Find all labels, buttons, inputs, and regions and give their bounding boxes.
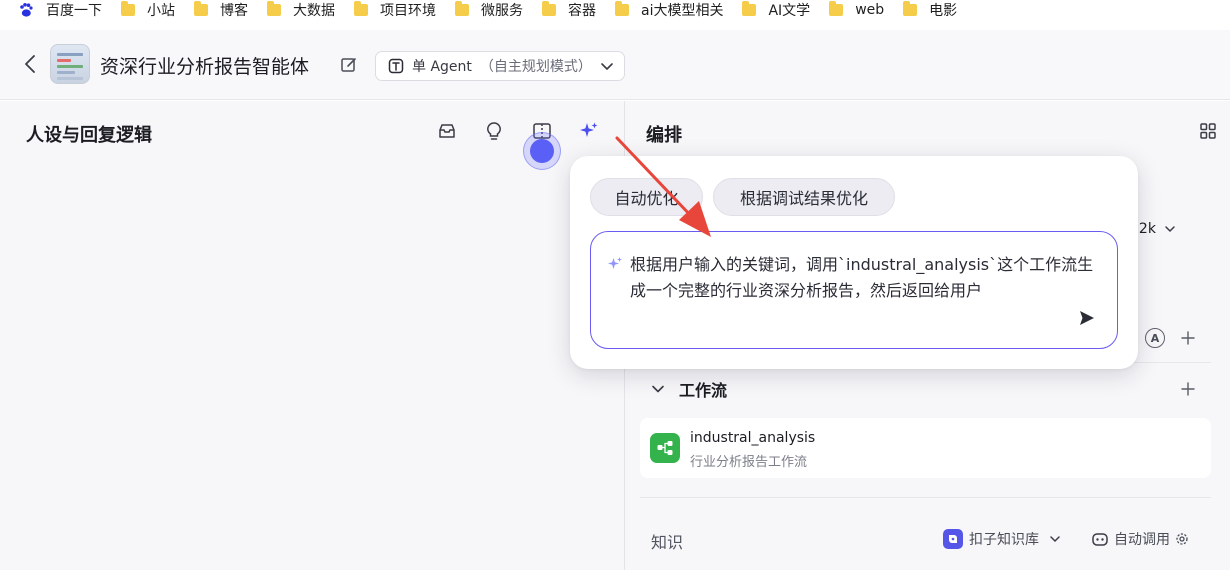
robot-icon [1092, 533, 1108, 546]
bookmark-folder-bigdata[interactable]: 大数据 [267, 0, 354, 20]
bookmark-label: 项目环境 [380, 3, 436, 19]
bookmarks-bar: 百度一下 小站 博客 大数据 项目环境 微服务 容器 ai大模型相关 AI文学 … [0, 0, 1230, 20]
gear-icon[interactable] [1175, 532, 1189, 546]
chevron-down-icon [1165, 226, 1175, 233]
bookmark-folder-ai-literature[interactable]: AI文学 [742, 0, 829, 20]
chevron-down-icon [601, 63, 613, 70]
mouse-cursor-indicator [523, 132, 561, 170]
chevron-down-icon [652, 385, 664, 393]
folder-icon [267, 1, 281, 16]
orchestration-title: 编排 [646, 125, 682, 146]
workflow-section-label: 工作流 [679, 381, 728, 400]
bookmark-label: ai大模型相关 [641, 3, 724, 19]
add-workflow-icon[interactable] [1180, 381, 1196, 397]
workflow-desc: 行业分析报告工作流 [690, 455, 808, 470]
bookmark-folder-microservice[interactable]: 微服务 [455, 0, 542, 20]
folder-icon [615, 1, 629, 16]
bookmark-label: 百度一下 [46, 3, 102, 19]
agent-avatar [50, 44, 90, 84]
optimize-prompt-input[interactable]: 根据用户输入的关键词，调用`industral_analysis`这个工作流生成… [590, 231, 1118, 349]
folder-icon [903, 1, 918, 16]
send-icon[interactable] [1077, 308, 1097, 328]
folder-icon [742, 1, 757, 16]
bookmark-folder-movie[interactable]: 电影 [903, 0, 976, 20]
workflow-item[interactable]: industral_analysis 行业分析报告工作流 [640, 418, 1211, 478]
agent-mode-select[interactable]: 单 Agent （自主规划模式） [375, 51, 625, 81]
bookmark-folder-project-env[interactable]: 项目环境 [354, 0, 455, 20]
knowledge-base-select[interactable]: 扣子知识库 [943, 527, 1061, 551]
bookmark-label: web [855, 2, 885, 18]
bookmark-folder-web[interactable]: web [829, 0, 903, 20]
folder-icon [542, 1, 556, 16]
add-plugin-icon[interactable] [1180, 330, 1196, 346]
bookmark-label: 电影 [929, 3, 958, 19]
workflow-section-toggle[interactable]: 工作流 [651, 377, 727, 401]
bookmark-folder-container[interactable]: 容器 [542, 0, 615, 20]
edit-icon[interactable] [340, 56, 358, 74]
chevron-left-icon [25, 55, 35, 73]
baidu-paw-icon [18, 2, 34, 18]
layout-grid-icon[interactable] [1198, 121, 1218, 141]
bookmark-label: 博客 [220, 3, 248, 19]
agent-header: 资深行业分析报告智能体 单 Agent （自主规划模式） [0, 30, 1230, 100]
chevron-down-icon [1050, 536, 1060, 543]
knowledge-label: 知识 [651, 533, 684, 552]
section-divider [640, 497, 1211, 498]
back-button[interactable] [20, 52, 40, 76]
bookmark-folder-ai-llm[interactable]: ai大模型相关 [615, 0, 742, 20]
bookmark-folder-xiaozhan[interactable]: 小站 [121, 0, 194, 20]
optimize-prompt-text: 根据用户输入的关键词，调用`industral_analysis`这个工作流生成… [630, 255, 1094, 300]
persona-title: 人设与回复逻辑 [26, 125, 152, 146]
auto-mode-badge[interactable]: A [1145, 328, 1165, 348]
agent-mode-label: 单 Agent [412, 59, 472, 75]
tips-button[interactable] [483, 120, 505, 142]
prompt-optimize-popup: 自动优化 根据调试结果优化 根据用户输入的关键词，调用`industral_an… [570, 156, 1138, 369]
bookmark-baidu[interactable]: 百度一下 [18, 0, 121, 20]
auto-call-label: 自动调用 [1114, 532, 1170, 548]
auto-call-select[interactable]: 自动调用 [1091, 527, 1189, 551]
inbox-upload-icon [439, 124, 455, 138]
folder-icon [121, 1, 135, 16]
prompt-library-button[interactable] [436, 120, 458, 142]
folder-icon [194, 1, 208, 16]
workflow-name: industral_analysis [690, 430, 816, 446]
auto-optimize-button[interactable]: 自动优化 [590, 178, 703, 216]
sparkle-icon [608, 257, 622, 269]
debug-optimize-button[interactable]: 根据调试结果优化 [713, 178, 895, 216]
agent-title: 资深行业分析报告智能体 [100, 56, 310, 78]
agent-mode-sub: （自主规划模式） [479, 59, 592, 75]
persona-panel: 人设与回复逻辑 [0, 101, 624, 570]
agent-mode-icon [388, 58, 404, 74]
folder-icon [829, 1, 844, 16]
bookmark-label: 小站 [147, 3, 175, 19]
knowledge-base-label: 扣子知识库 [969, 532, 1039, 548]
bookmark-label: 容器 [568, 3, 596, 19]
folder-icon [354, 1, 368, 16]
knowledge-base-icon [943, 529, 963, 549]
bookmark-folder-blog[interactable]: 博客 [194, 0, 267, 20]
bookmark-label: 大数据 [293, 3, 335, 19]
workflow-node-icon [650, 433, 680, 463]
bookmark-label: AI文学 [768, 3, 811, 19]
sparkle-icon [580, 122, 598, 137]
bookmark-label: 微服务 [481, 3, 523, 19]
folder-icon [455, 1, 469, 16]
ai-optimize-button[interactable] [578, 120, 600, 142]
lightbulb-icon [487, 122, 501, 140]
